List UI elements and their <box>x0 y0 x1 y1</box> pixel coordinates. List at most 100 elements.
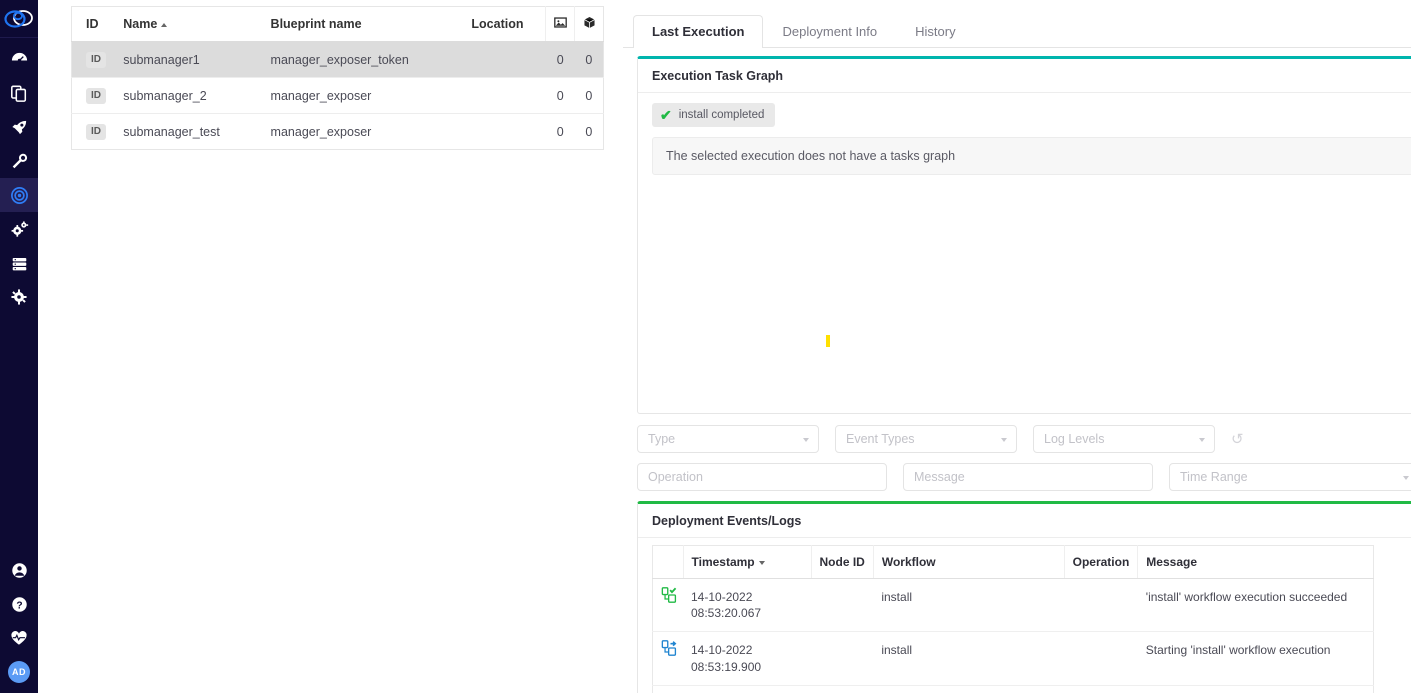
sidebar-item-resources[interactable] <box>0 246 38 280</box>
cell-id: ID <box>71 41 116 78</box>
id-chip[interactable]: ID <box>86 52 106 68</box>
server-icon <box>10 255 29 272</box>
cell-blueprint[interactable]: manager_exposer_token <box>262 41 464 78</box>
sidebar-item-deployments[interactable] <box>0 110 38 144</box>
target-icon <box>10 186 29 205</box>
column-header-nodes[interactable] <box>574 6 604 42</box>
detail-tabs: Last Execution Deployment Info History <box>623 14 1411 48</box>
execution-task-graph-title: Execution Task Graph <box>638 59 1411 93</box>
table-row[interactable]: 14-10-2022 08:53:20.067 install 'install… <box>652 578 1374 633</box>
cell-location <box>463 114 545 150</box>
cell-blueprint[interactable]: manager_exposer <box>262 77 464 114</box>
cell-message: 'install' workflow execution succeeded <box>1137 578 1374 633</box>
events-column-header-timestamp-label: Timestamp <box>691 555 755 569</box>
svg-text:?: ? <box>16 600 22 611</box>
tab-last-execution[interactable]: Last Execution <box>633 15 764 48</box>
column-header-id[interactable]: ID <box>71 6 116 42</box>
events-column-header-node-id[interactable]: Node ID <box>811 545 874 579</box>
cell-blueprint[interactable]: manager_exposer <box>263 114 464 150</box>
column-header-name-label: Name <box>123 17 158 31</box>
events-column-header-message[interactable]: Message <box>1137 545 1374 579</box>
main-sidebar: ? AD <box>0 0 45 693</box>
cell-location <box>463 77 546 114</box>
cell-site-count: 0 <box>545 77 575 114</box>
sidebar-nav <box>0 38 38 314</box>
cell-name[interactable]: submanager_2 <box>115 77 263 114</box>
sidebar-item-help[interactable]: ? <box>0 587 38 621</box>
table-row[interactable]: ID submanager_test manager_exposer 0 0 <box>72 114 604 150</box>
status-badge[interactable]: ✔ install completed <box>652 103 776 127</box>
type-filter-dropdown[interactable]: Type <box>637 425 819 453</box>
table-row[interactable]: ID submanager1 manager_exposer_token 0 0 <box>71 41 604 78</box>
type-filter-placeholder: Type <box>648 432 676 446</box>
events-header-row: Timestamp Node ID Workflow Operation Mes… <box>652 545 1374 579</box>
cell-workflow: create_deployment_environment <box>873 685 1065 693</box>
gear-icon <box>10 288 28 306</box>
status-badge-label: install completed <box>678 109 765 121</box>
sort-descending-icon <box>758 560 765 565</box>
rocket-icon <box>10 118 29 137</box>
deployment-events-title: Deployment Events/Logs <box>638 504 1411 538</box>
sidebar-item-dashboard[interactable] <box>0 42 38 76</box>
events-table: Timestamp Node ID Workflow Operation Mes… <box>652 545 1374 693</box>
events-table-body: 14-10-2022 08:53:20.067 install 'install… <box>652 578 1374 693</box>
cell-timestamp: 14-10-2022 08:53:20.067 <box>683 578 811 633</box>
chevron-down-icon <box>1403 476 1409 480</box>
gears-icon <box>10 220 29 238</box>
message-filter-input[interactable]: Message <box>903 463 1153 491</box>
column-header-site[interactable] <box>545 6 575 42</box>
cell-timestamp: 14-10-2022 08:53:17.449 <box>683 685 811 693</box>
avatar[interactable]: AD <box>8 661 30 683</box>
pages-icon <box>10 84 28 103</box>
refresh-icon[interactable]: ↺ <box>1231 432 1244 447</box>
table-row[interactable]: 14-10-2022 08:53:19.900 install Starting… <box>652 631 1374 686</box>
cell-event-icon <box>652 631 683 686</box>
user-circle-icon <box>11 562 28 579</box>
event-types-filter-dropdown[interactable]: Event Types <box>835 425 1017 453</box>
sidebar-item-services[interactable] <box>0 144 38 178</box>
chevron-down-icon <box>1001 438 1007 442</box>
deployment-detail-panel: Last Execution Deployment Info History E… <box>611 0 1411 693</box>
sort-ascending-icon <box>161 22 168 27</box>
cell-name[interactable]: submanager1 <box>115 41 263 78</box>
sidebar-item-account[interactable] <box>0 553 38 587</box>
message-filter-placeholder: Message <box>914 470 965 484</box>
id-chip[interactable]: ID <box>86 124 106 140</box>
column-header-blueprint-name[interactable]: Blueprint name <box>262 6 464 42</box>
deployments-table: ID Name Blueprint name Location ID subma… <box>71 6 604 150</box>
column-header-name[interactable]: Name <box>115 6 263 42</box>
package-icon <box>583 17 596 32</box>
log-levels-filter-dropdown[interactable]: Log Levels <box>1033 425 1215 453</box>
cloudify-logo[interactable] <box>0 0 45 38</box>
table-row[interactable]: ID submanager_2 manager_exposer 0 0 <box>71 77 604 114</box>
tab-deployment-info[interactable]: Deployment Info <box>763 15 896 48</box>
sidebar-bottom-nav: ? AD <box>0 553 38 687</box>
workflow-succeeded-icon <box>661 586 679 608</box>
sidebar-item-health[interactable] <box>0 621 38 655</box>
table-row[interactable]: 14-10-2022 08:53:17.449 create_deploymen… <box>652 685 1374 693</box>
operation-filter-input[interactable]: Operation <box>637 463 887 491</box>
events-column-header-operation[interactable]: Operation <box>1064 545 1139 579</box>
cell-event-icon <box>652 685 683 693</box>
events-filter-controls: Type Event Types Log Levels ↺ Operation <box>637 425 1411 491</box>
tab-history[interactable]: History <box>896 15 974 48</box>
cell-node-count: 0 <box>574 77 604 114</box>
column-header-location[interactable]: Location <box>463 6 546 42</box>
wrench-icon <box>10 152 28 170</box>
events-column-header-timestamp[interactable]: Timestamp <box>683 545 812 579</box>
sidebar-item-settings[interactable] <box>0 280 38 314</box>
id-chip[interactable]: ID <box>86 88 106 104</box>
filter-row-bottom: Operation Message Time Range <box>637 463 1411 491</box>
cell-operation <box>1064 631 1138 686</box>
sidebar-item-system[interactable] <box>0 212 38 246</box>
events-column-header-workflow[interactable]: Workflow <box>873 545 1065 579</box>
execution-task-graph-panel: Execution Task Graph ✔ install completed… <box>637 56 1411 414</box>
sidebar-item-blueprints[interactable] <box>0 76 38 110</box>
cell-location <box>463 41 546 78</box>
sidebar-item-deployments-active[interactable] <box>0 178 38 212</box>
cell-node-id <box>811 631 874 686</box>
workflow-started-icon <box>661 639 679 661</box>
time-range-filter-dropdown[interactable]: Time Range <box>1169 463 1411 491</box>
cell-name[interactable]: submanager_test <box>115 114 262 150</box>
table-header-row: ID Name Blueprint name Location <box>71 6 604 42</box>
